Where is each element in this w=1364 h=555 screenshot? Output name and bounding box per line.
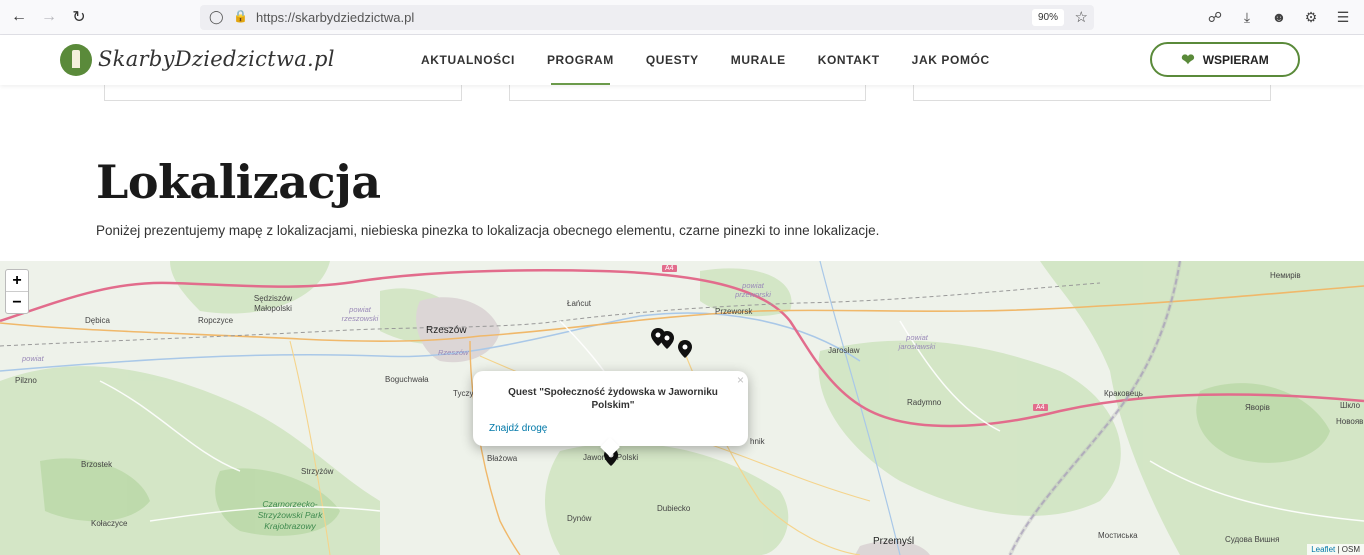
nav-jak-pomoc[interactable]: JAK POMÓC: [896, 35, 1006, 85]
lock-icon[interactable]: 🔒: [233, 9, 248, 23]
pocket-icon[interactable]: ☍: [1204, 6, 1226, 28]
popup-close-icon[interactable]: ×: [737, 373, 744, 387]
map-label: Dynów: [567, 514, 592, 523]
map-label: Немирів: [1270, 271, 1301, 280]
map-label: Przeworsk: [715, 307, 753, 316]
map-label: Boguchwała: [385, 375, 429, 384]
map-label: powiat jarosławski: [898, 333, 936, 351]
popup-title: Quest "Społeczność żydowska w Jaworniku …: [508, 387, 718, 411]
address-bar[interactable]: ◯ 🔒 https://skarbydziedzictwa.pl 90% ☆: [200, 5, 1094, 30]
nav-program[interactable]: PROGRAM: [531, 35, 630, 85]
map-label: Новояв: [1336, 417, 1364, 426]
map-label: Radymno: [907, 398, 942, 407]
osm-attribution: | OSM: [1335, 545, 1360, 554]
wspieram-label: WSPIERAM: [1202, 52, 1269, 67]
account-icon[interactable]: ☻: [1268, 6, 1290, 28]
map-label: Sędziszów Małopolski: [253, 294, 293, 313]
back-icon[interactable]: ←: [4, 2, 34, 32]
map-label: Шкло: [1340, 401, 1361, 410]
map-label: Мостиська: [1098, 531, 1138, 540]
section-description: Poniżej prezentujemy mapę z lokalizacjam…: [96, 223, 880, 238]
map-attribution: Leaflet | OSM: [1307, 544, 1364, 555]
wspieram-button[interactable]: ❤ WSPIERAM: [1150, 42, 1300, 77]
map-label: Dubiecko: [657, 504, 691, 513]
map-label: Rzeszów: [438, 348, 469, 357]
logo-tower-icon: [72, 50, 80, 68]
map-label: Dębica: [85, 316, 110, 325]
browser-toolbar: ← → ↻ ◯ 🔒 https://skarbydziedzictwa.pl 9…: [0, 0, 1364, 35]
site-header: SkarbyDziedzictwa.pl AKTUALNOŚCI PROGRAM…: [0, 35, 1364, 85]
map-pin-black[interactable]: [678, 340, 692, 358]
map-label: Яворів: [1245, 403, 1270, 412]
map-label: Przemyśl: [873, 536, 915, 547]
map-label: Czarnorzecko-Strzyżowski Park Krajobrazo…: [257, 499, 323, 531]
card-edge: [509, 85, 866, 101]
map-label: Судова Вишня: [1225, 535, 1280, 544]
extensions-icon[interactable]: ⚙: [1300, 6, 1322, 28]
logo-text[interactable]: SkarbyDziedzictwa.pl: [98, 47, 335, 71]
card-edge: [104, 85, 462, 101]
zoom-control: + −: [5, 269, 29, 314]
map-label: hnik: [750, 437, 765, 446]
nav-aktualnosci[interactable]: AKTUALNOŚCI: [405, 35, 531, 85]
nav-kontakt[interactable]: KONTAKT: [802, 35, 896, 85]
card-edge: [913, 85, 1271, 101]
map-label: Jarosław: [828, 346, 860, 355]
main-nav: AKTUALNOŚCI PROGRAM QUESTY MURALE KONTAK…: [405, 35, 1006, 85]
menu-icon[interactable]: ☰: [1332, 6, 1354, 28]
map-label: Strzyżów: [301, 467, 334, 476]
reload-icon[interactable]: ↻: [64, 2, 94, 32]
heart-hand-icon: ❤: [1181, 51, 1195, 69]
forward-icon[interactable]: →: [34, 2, 64, 32]
road-badge-a4: A4: [1033, 404, 1048, 411]
map-label: Tyczy: [453, 389, 474, 398]
zoom-in-button[interactable]: +: [6, 270, 28, 292]
nav-murale[interactable]: MURALE: [715, 35, 802, 85]
zoom-badge[interactable]: 90%: [1031, 9, 1064, 26]
leaflet-link[interactable]: Leaflet: [1311, 545, 1335, 554]
map-label: Kołaczyce: [91, 519, 128, 528]
url-text[interactable]: https://skarbydziedzictwa.pl: [256, 10, 414, 25]
map-label: powiat przeworski: [735, 281, 771, 299]
map-label: Rzeszów: [426, 325, 467, 336]
map-label: Краковець: [1104, 389, 1143, 398]
section-title: Lokalizacja: [96, 155, 381, 209]
shield-icon[interactable]: ◯: [209, 9, 224, 25]
map[interactable]: A4 A4 Dębica Sędziszów Małopolski Ropczy…: [0, 261, 1364, 555]
map-label: Pilzno: [15, 376, 37, 385]
road-badge-a4: A4: [662, 265, 677, 272]
map-label: Brzostek: [81, 460, 113, 469]
map-label: Błażowa: [487, 454, 518, 463]
nav-questy[interactable]: QUESTY: [630, 35, 715, 85]
find-route-link[interactable]: Znajdź drogę: [489, 423, 547, 434]
map-label: powiat: [22, 354, 44, 363]
download-icon[interactable]: ⤓: [1236, 6, 1258, 28]
bookmark-star-icon[interactable]: ☆: [1075, 8, 1088, 26]
zoom-out-button[interactable]: −: [6, 292, 28, 314]
map-pin-black[interactable]: [660, 331, 674, 349]
map-label: Ropczyce: [198, 316, 234, 325]
map-label: Łańcut: [567, 299, 592, 308]
map-popup: × Quest "Społeczność żydowska w Jawornik…: [473, 371, 748, 457]
map-label: powiat rzeszowski: [341, 305, 379, 323]
